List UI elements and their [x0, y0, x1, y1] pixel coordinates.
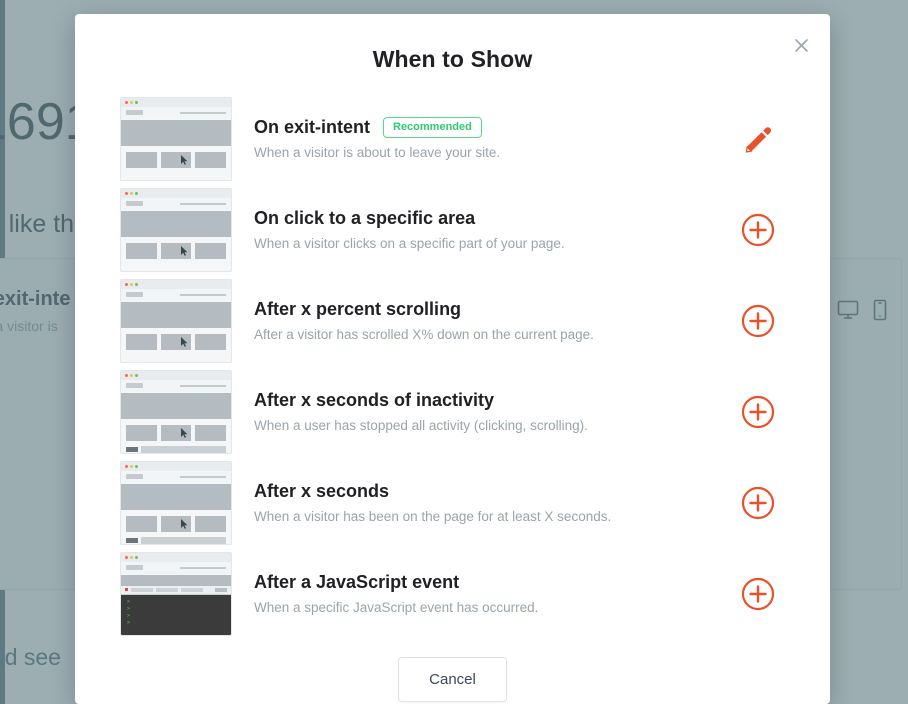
cursor-icon: [181, 155, 188, 165]
add-button[interactable]: [730, 304, 786, 338]
page-root: 1691 ou like th n exit-inte en a visitor…: [0, 0, 908, 704]
plus-circle-icon: [741, 486, 775, 520]
thumbnail-form: [120, 370, 232, 454]
list-item[interactable]: On exit-intent Recommended When a visito…: [120, 93, 786, 184]
pencil-icon: [741, 122, 775, 156]
cursor-icon: [181, 337, 188, 347]
cursor-icon: [181, 519, 188, 529]
status-badge: Recommended: [383, 117, 482, 138]
option-title: After a JavaScript event: [254, 572, 459, 593]
add-button[interactable]: [730, 577, 786, 611]
thumbnail-standard: [120, 97, 232, 181]
list-item[interactable]: After x seconds of inactivity When a use…: [120, 366, 786, 457]
plus-circle-icon: [741, 577, 775, 611]
option-description: After a visitor has scrolled X% down on …: [254, 327, 730, 342]
thumbnail-console: >>>>: [120, 552, 232, 636]
option-text: After x percent scrolling After a visito…: [232, 299, 730, 342]
list-item[interactable]: After x percent scrolling After a visito…: [120, 275, 786, 366]
cursor-icon: [181, 428, 188, 438]
thumbnail-form: [120, 461, 232, 545]
modal-footer: Cancel: [75, 657, 830, 702]
option-title: On exit-intent: [254, 117, 370, 138]
option-text: After a JavaScript event When a specific…: [232, 572, 730, 615]
option-text: On click to a specific area When a visit…: [232, 208, 730, 251]
console-panel: >>>>: [121, 594, 231, 635]
add-button[interactable]: [730, 213, 786, 247]
thumbnail-standard: [120, 188, 232, 272]
option-title: On click to a specific area: [254, 208, 475, 229]
when-to-show-modal: When to Show: [75, 14, 830, 704]
plus-circle-icon: [741, 395, 775, 429]
option-description: When a visitor is about to leave your si…: [254, 145, 730, 160]
trigger-option-list: On exit-intent Recommended When a visito…: [75, 93, 830, 639]
close-icon[interactable]: [782, 26, 820, 64]
console-prompt-lines: >>>>: [121, 599, 231, 627]
option-title: After x seconds: [254, 481, 389, 502]
edit-button[interactable]: [730, 122, 786, 156]
list-item[interactable]: On click to a specific area When a visit…: [120, 184, 786, 275]
option-text: After x seconds When a visitor has been …: [232, 481, 730, 524]
option-title: After x seconds of inactivity: [254, 390, 494, 411]
cancel-button[interactable]: Cancel: [398, 657, 507, 702]
list-item[interactable]: After x seconds When a visitor has been …: [120, 457, 786, 548]
option-description: When a user has stopped all activity (cl…: [254, 418, 730, 433]
option-text: After x seconds of inactivity When a use…: [232, 390, 730, 433]
page-title: When to Show: [75, 14, 830, 73]
add-button[interactable]: [730, 486, 786, 520]
list-item[interactable]: >>>> After a JavaScript event When a spe…: [120, 548, 786, 639]
add-button[interactable]: [730, 395, 786, 429]
option-description: When a visitor clicks on a specific part…: [254, 236, 730, 251]
option-text: On exit-intent Recommended When a visito…: [232, 117, 730, 160]
thumbnail-standard: [120, 279, 232, 363]
option-title: After x percent scrolling: [254, 299, 461, 320]
option-description: When a specific JavaScript event has occ…: [254, 600, 730, 615]
cursor-icon: [181, 246, 188, 256]
option-description: When a visitor has been on the page for …: [254, 509, 730, 524]
plus-circle-icon: [741, 304, 775, 338]
plus-circle-icon: [741, 213, 775, 247]
